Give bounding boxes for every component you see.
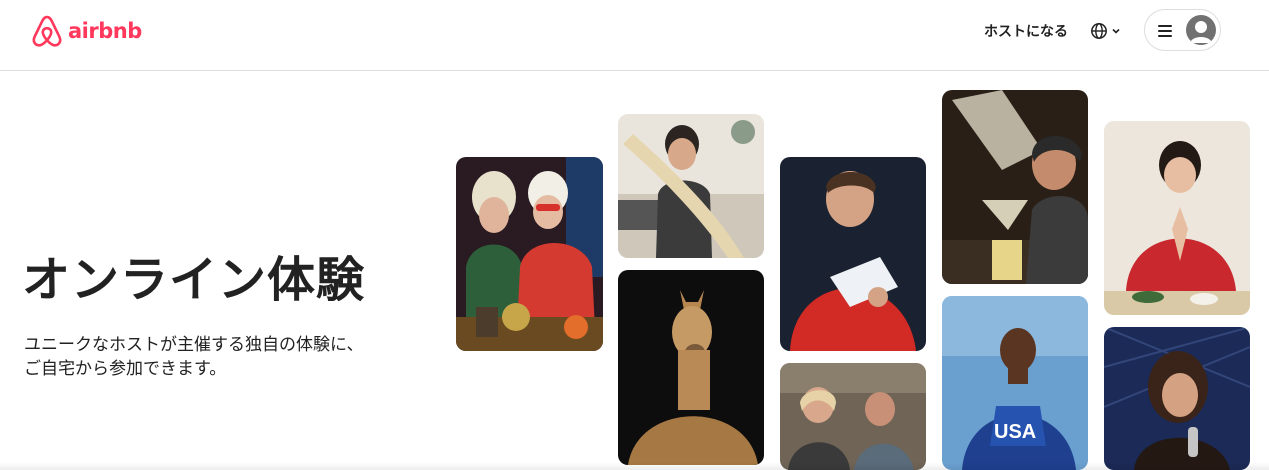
experience-photo-pasta-chef[interactable] [618,114,764,258]
chevron-down-icon [1112,28,1120,34]
page-title: オンライン体験 [22,252,366,308]
page-subtitle: ユニークなホストが主催する独自の体験に、 ご自宅から参加できます。 [24,333,424,381]
become-host-link[interactable]: ホストになる [984,21,1068,41]
experience-photo-singer[interactable] [1104,327,1250,470]
hamburger-icon [1158,25,1172,37]
subtitle-line-2: ご自宅から参加できます。 [24,359,227,379]
experience-photo-drag-queens[interactable] [456,157,603,351]
experience-photo-meditation[interactable] [1104,121,1250,315]
experience-photo-card-magician[interactable] [780,157,926,351]
logo-text: airbnb [68,19,142,43]
experience-photo-llama[interactable] [618,270,764,465]
language-selector-button[interactable] [1090,19,1130,43]
user-menu-button[interactable] [1144,9,1221,51]
scroll-shadow [0,462,1269,470]
airbnb-belo-icon [32,15,62,47]
user-avatar-icon [1186,15,1216,45]
top-nav-bar: airbnb ホストになる [0,0,1269,71]
experience-photo-couple-dinner[interactable] [780,363,926,470]
experience-photo-bartender[interactable] [942,90,1088,284]
globe-icon [1091,23,1107,39]
experience-photo-olympian[interactable]: USA [942,296,1088,470]
svg-text:USA: USA [994,421,1036,443]
airbnb-logo[interactable]: airbnb [31,14,142,48]
subtitle-line-1: ユニークなホストが主催する独自の体験に、 [24,335,364,355]
